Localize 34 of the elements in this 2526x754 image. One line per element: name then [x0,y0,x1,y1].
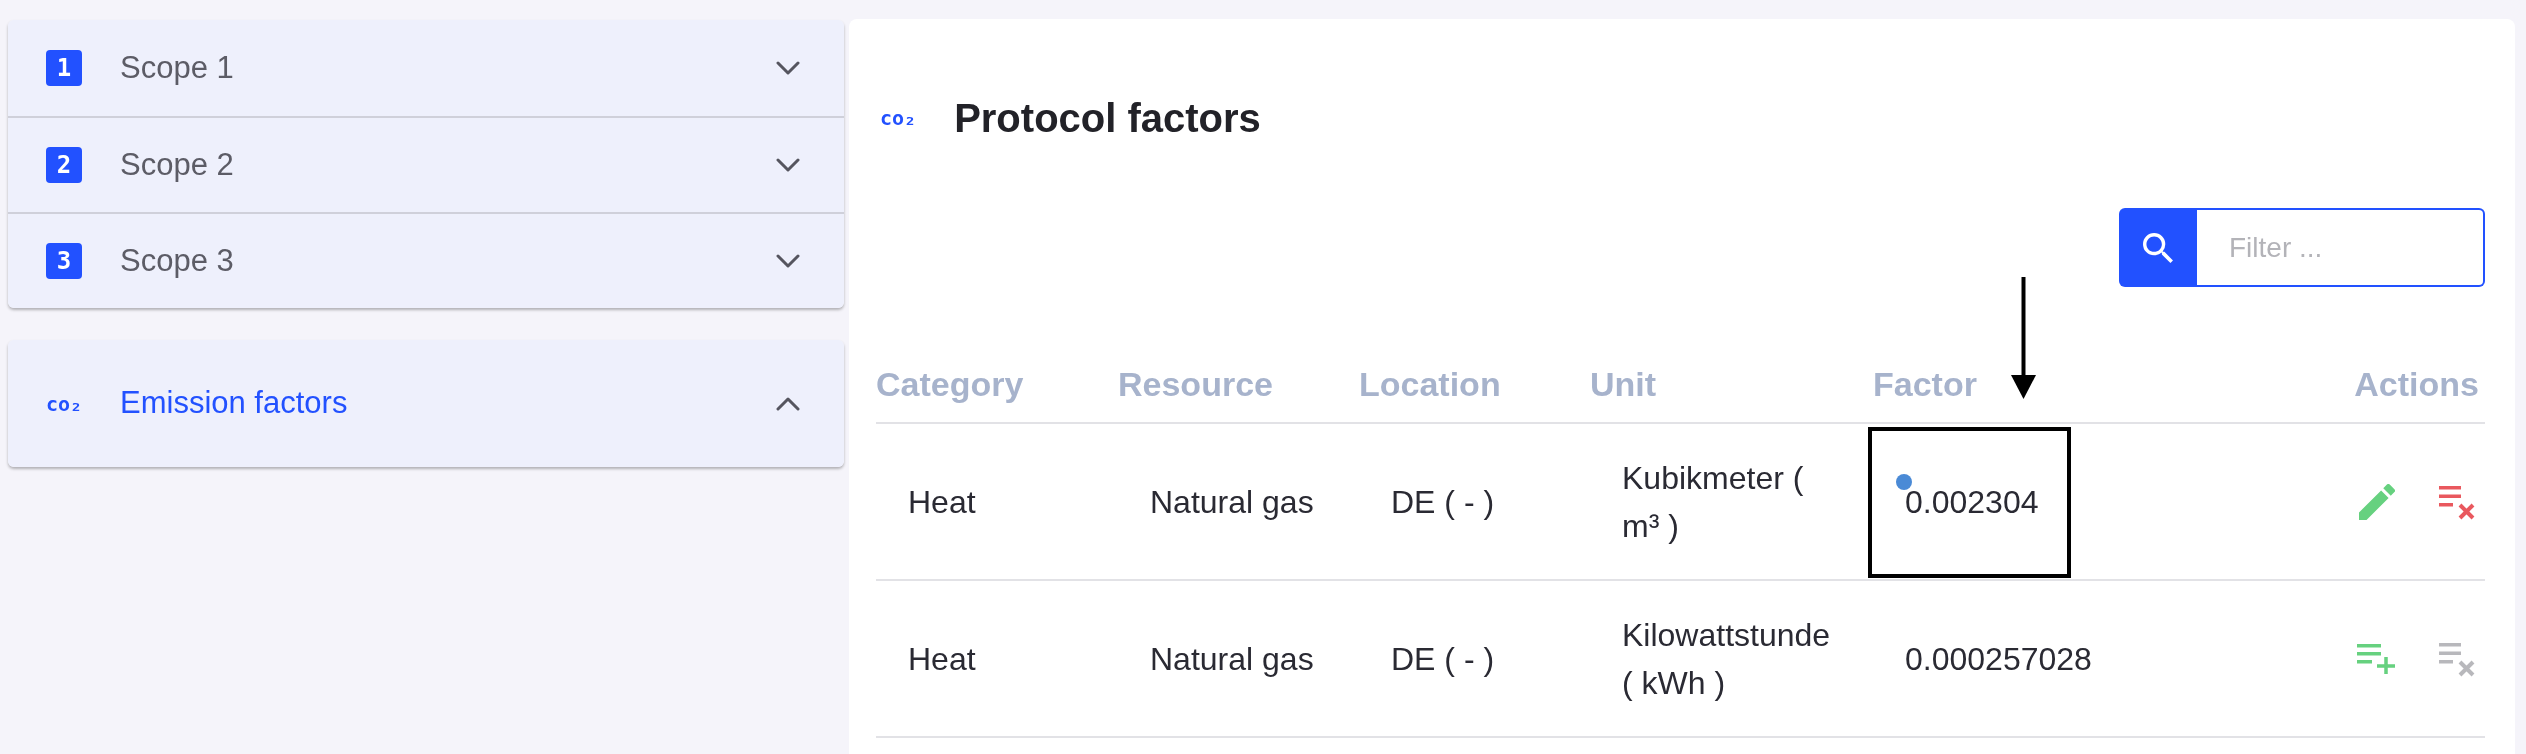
table-cell-text: Kubikmeter ( m³ ) [1622,458,1805,546]
chevron-up-icon[interactable] [776,396,800,411]
accordion-item[interactable]: 2 Scope 2 [8,116,844,212]
list-remove-icon[interactable] [2439,483,2475,520]
column-header: Actions [2354,364,2479,404]
table-cell-text: Natural gas [1150,639,1314,679]
table-cell-text: 0.002304 [1905,482,2039,522]
table-cell-text: Heat [908,639,976,679]
column-header: Unit [1590,364,1657,404]
page-title: Protocol factors [954,95,1261,142]
chevron-down-icon[interactable] [776,61,800,75]
search-icon [2143,232,2173,263]
table-cell-text: DE ( - ) [1391,482,1495,522]
table-cell-text: Natural gas [1150,482,1314,522]
scope-number-badge: 1 [46,50,82,86]
search-button[interactable] [2119,208,2197,287]
accordion-item[interactable]: 1 Scope 1 [8,20,844,116]
table-cell-text: Kilowattstunde ( kWh ) [1622,615,1832,703]
chevron-down-icon[interactable] [776,254,800,268]
column-header: Resource [1118,364,1273,404]
table-cell-text: DE ( - ) [1391,639,1495,679]
accordion-item[interactable]: 3 Scope 3 [8,212,844,308]
filter-field[interactable]: Filter ... [2197,208,2485,287]
co2-symbol: co₂ [880,108,917,128]
table-cell-text: 0.000257028 [1905,639,2092,679]
column-header: Category [876,364,1024,404]
table-cell-text: Heat [908,482,976,522]
column-header: Location [1359,364,1501,404]
column-header: Factor [1873,364,1977,404]
scope-number-badge: 2 [46,147,82,183]
accordion-item[interactable]: co₂ Emission factors [8,340,844,467]
co2-symbol: co₂ [46,393,83,414]
scope-number-badge: 3 [46,243,82,279]
chevron-down-icon[interactable] [776,158,800,172]
